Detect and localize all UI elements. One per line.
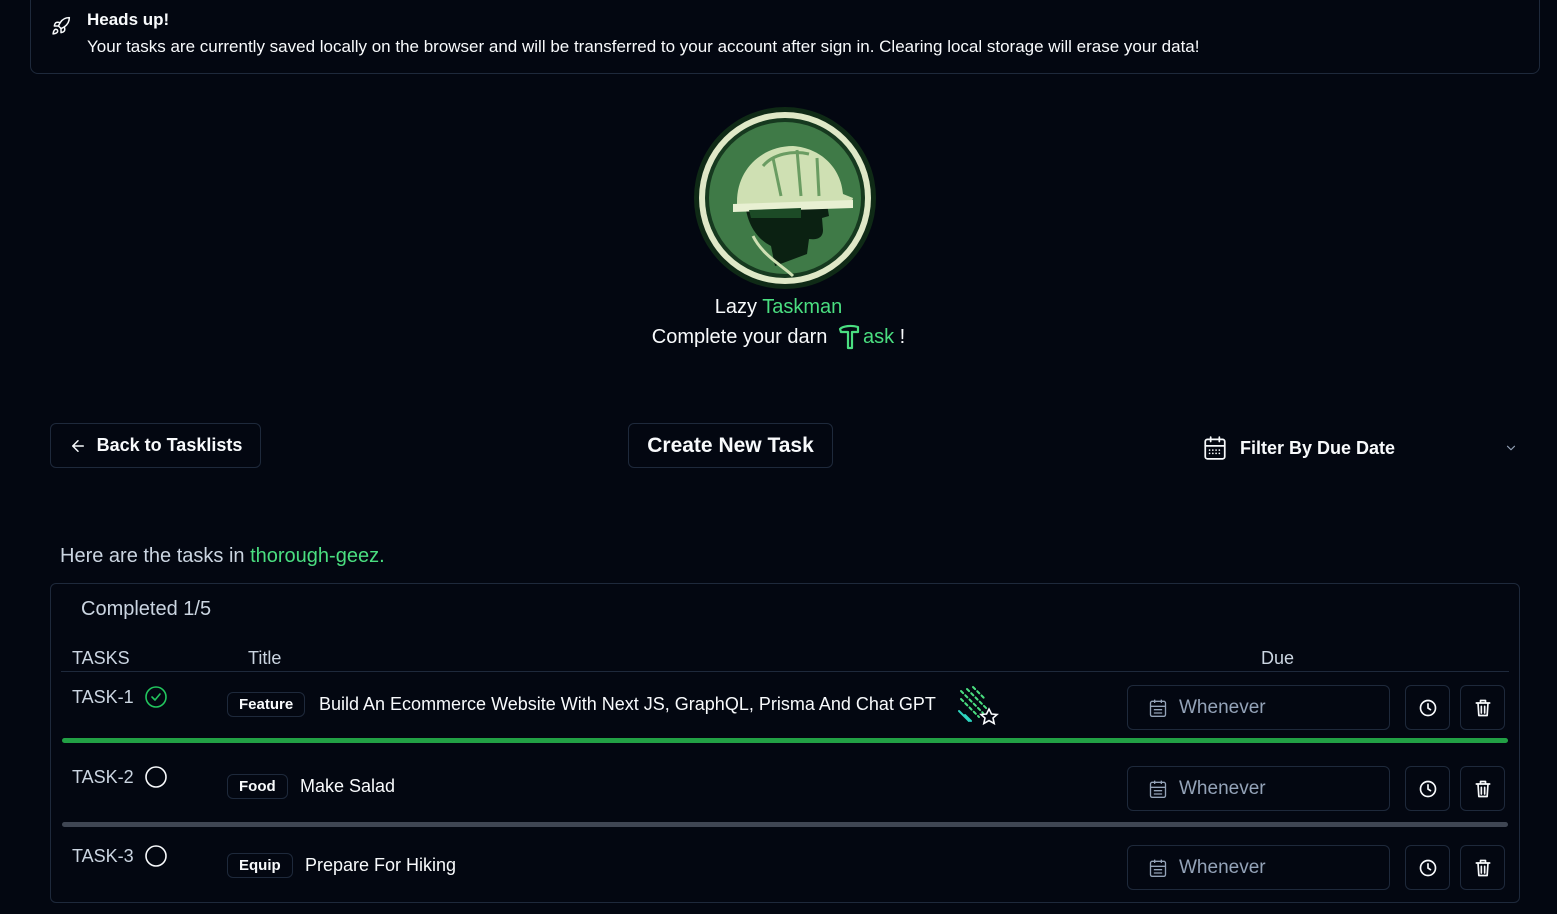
shooting-stars-icon — [958, 686, 999, 726]
set-time-button[interactable] — [1405, 685, 1450, 730]
hammer-t-icon — [838, 324, 860, 350]
alert-title: Heads up! — [87, 10, 170, 29]
task-title[interactable]: Build An Ecommerce Website With Next JS,… — [319, 694, 936, 715]
tasklist-intro: Here are the tasks in thorough-geez. — [60, 545, 385, 568]
task-progress-bar — [62, 822, 1508, 827]
trash-icon — [1475, 859, 1490, 876]
intro-prefix: Here are the tasks in — [60, 545, 245, 567]
task-badge: Food — [227, 774, 288, 799]
tagline-accent: ask — [862, 326, 895, 348]
calendar-icon — [1204, 436, 1226, 460]
calendar-icon — [1149, 859, 1167, 877]
task-title[interactable]: Make Salad — [300, 776, 395, 797]
due-date-value: Whenever — [1179, 696, 1266, 718]
task-id-label: TASK-3 — [72, 845, 134, 866]
set-time-button[interactable] — [1405, 766, 1450, 811]
header-due: Due — [1261, 648, 1295, 668]
clock-icon — [1419, 699, 1436, 716]
task-id-label: TASK-1 — [72, 686, 134, 707]
due-date-value: Whenever — [1179, 856, 1266, 878]
brand-name: Lazy Taskman — [0, 294, 1557, 320]
task-badge: Feature — [227, 692, 306, 717]
chevron-down-icon — [1506, 445, 1516, 451]
delete-task-button[interactable] — [1460, 845, 1505, 890]
check-circle-icon[interactable] — [144, 685, 168, 709]
trash-icon — [1475, 699, 1490, 716]
calendar-icon — [1149, 780, 1167, 798]
task-id-label: TASK-2 — [72, 766, 134, 787]
rocket-icon — [52, 16, 71, 35]
completed-count: Completed 1/5 — [81, 598, 212, 620]
due-date-value: Whenever — [1179, 777, 1266, 799]
tasklist-name: thorough-geez — [250, 545, 380, 567]
circle-icon[interactable] — [144, 765, 168, 789]
circle-icon[interactable] — [144, 844, 168, 868]
clock-icon — [1419, 780, 1436, 797]
delete-task-button[interactable] — [1460, 766, 1505, 811]
delete-task-button[interactable] — [1460, 685, 1505, 730]
tasks-table: Completed 1/5 TASKS Title Due TASK-1 Fea… — [50, 583, 1520, 903]
due-date-picker[interactable]: Whenever — [1127, 685, 1390, 730]
table-row: TASK-2 Food Make Salad Whenever — [61, 754, 1509, 834]
tagline-start: Complete your darn — [651, 326, 828, 348]
brand-word-taskman: Taskman — [762, 296, 843, 318]
intro-suffix: . — [379, 545, 385, 567]
back-to-tasklists-button[interactable]: Back to Tasklists — [50, 423, 261, 468]
task-progress-bar — [62, 738, 1508, 743]
arrow-left-icon — [71, 439, 84, 452]
brand-word-lazy: Lazy — [714, 296, 757, 318]
due-date-picker[interactable]: Whenever — [1127, 845, 1390, 890]
filter-label: Filter By Due Date — [1240, 437, 1396, 458]
tagline: Complete your darn ask ! — [0, 323, 1557, 351]
filter-by-due-date-select[interactable]: Filter By Due Date — [1196, 425, 1526, 471]
tagline-end: ! — [899, 326, 906, 348]
task-id: TASK-3 — [72, 844, 168, 868]
create-new-task-button[interactable]: Create New Task — [628, 423, 833, 468]
task-title[interactable]: Prepare For Hiking — [305, 855, 456, 876]
calendar-icon — [1149, 699, 1167, 717]
table-row: TASK-3 Equip Prepare For Hiking Whenever — [61, 834, 1509, 914]
clock-icon — [1419, 859, 1436, 876]
create-button-label: Create New Task — [647, 433, 814, 457]
due-date-picker[interactable]: Whenever — [1127, 766, 1390, 811]
header-title: Title — [248, 648, 282, 668]
alert-message: Your tasks are currently saved locally o… — [87, 37, 1200, 56]
table-header: TASKS Title Due — [61, 646, 1509, 672]
trash-icon — [1475, 780, 1490, 797]
lazy-taskman-logo — [694, 107, 876, 289]
back-button-label: Back to Tasklists — [96, 435, 243, 455]
header-tasks: TASKS — [72, 648, 130, 668]
table-row: TASK-1 Feature Build An Ecommerce Websit… — [61, 673, 1509, 753]
heads-up-alert: Heads up! Your tasks are currently saved… — [30, 0, 1540, 74]
task-id: TASK-2 — [72, 765, 168, 789]
task-badge: Equip — [227, 853, 293, 878]
set-time-button[interactable] — [1405, 845, 1450, 890]
task-id: TASK-1 — [72, 685, 168, 709]
